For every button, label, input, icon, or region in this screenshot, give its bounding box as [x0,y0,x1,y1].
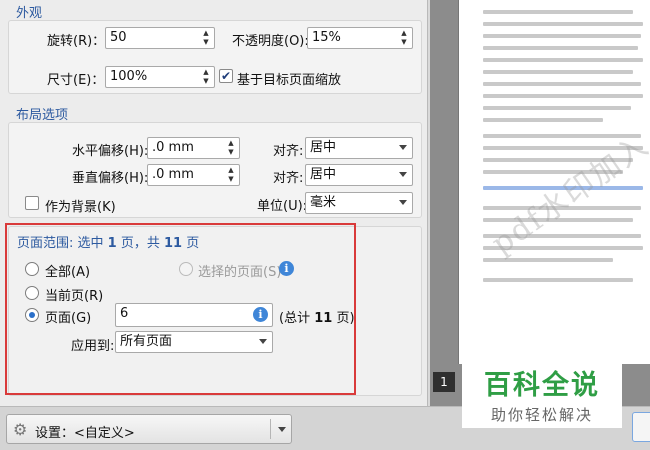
text-line [483,82,641,86]
opacity-value: 15% [312,30,341,45]
action-button[interactable] [632,412,650,442]
text-line [483,118,603,122]
h-offset-label: 水平偏移(H): [72,144,149,159]
stepper-up-icon[interactable]: ▲ [401,30,406,37]
stepper-up-icon[interactable]: ▲ [203,69,208,76]
v-offset-value: .0 mm [152,167,194,182]
stepper-down-icon[interactable]: ▼ [203,39,208,46]
text-line [483,34,641,38]
stepper-down-icon[interactable]: ▼ [228,176,233,183]
rotation-input[interactable]: 50 ▲ ▼ [105,27,215,49]
scale-to-page-label: 基于目标页面缩放 [237,73,342,88]
text-line [483,70,633,74]
chevron-down-icon [399,145,407,150]
watermark-text: pdf水印加入 [485,127,650,262]
brand-subtitle: 助你轻松解决 [490,406,593,424]
text-line [483,106,631,110]
size-stepper[interactable]: ▲ ▼ [200,69,212,85]
v-align-value: 居中 [310,167,337,182]
v-offset-stepper[interactable]: ▲ ▼ [225,167,237,183]
chevron-down-icon [278,427,286,432]
h-offset-input[interactable]: .0 mm ▲ ▼ [147,137,240,159]
text-line [483,94,643,98]
checkmark-icon: ✔ [220,69,232,83]
v-offset-label: 垂直偏移(H): [72,171,149,186]
stepper-up-icon[interactable]: ▲ [228,140,233,147]
opacity-input[interactable]: 15% ▲ ▼ [307,27,413,49]
h-offset-value: .0 mm [152,140,194,155]
v-offset-input[interactable]: .0 mm ▲ ▼ [147,164,240,186]
size-label: 尺寸(E)： [47,73,105,88]
settings-select[interactable]: ⚙ 设置：<自定义> [6,414,292,444]
brand-logo: 百科全说 助你轻松解决 [462,358,622,428]
stepper-down-icon[interactable]: ▼ [228,149,233,156]
divider [270,419,271,439]
rotation-value: 50 [110,30,127,45]
chevron-down-icon [399,200,407,205]
stepper-down-icon[interactable]: ▼ [401,39,406,46]
text-line [483,278,633,282]
page-number-badge: 1 [433,372,455,392]
opacity-label: 不透明度(O): [232,34,309,49]
h-align-label: 对齐: [273,144,304,159]
preview-pane[interactable]: pdf水印加入 1 [430,0,650,406]
appearance-section-title: 外观 [16,6,43,21]
text-line [483,58,643,62]
text-line [483,46,638,50]
rotation-label: 旋转(R)： [47,34,106,49]
h-align-select[interactable]: 居中 [305,137,413,159]
rotation-stepper[interactable]: ▲ ▼ [200,30,212,46]
preview-page: pdf水印加入 [458,0,650,364]
gear-icon: ⚙ [13,420,28,439]
h-offset-stepper[interactable]: ▲ ▼ [225,140,237,156]
unit-select[interactable]: 毫米 [305,192,413,214]
layout-section: 水平偏移(H): .0 mm ▲ ▼ 对齐: 居中 垂直偏移(H): .0 mm… [8,122,422,218]
settings-panel: 外观 旋转(R)： 50 ▲ ▼ 不透明度(O): 15% ▲ ▼ 尺寸(E)：… [0,0,428,406]
brand-title: 百科全说 [484,370,600,401]
stepper-up-icon[interactable]: ▲ [228,167,233,174]
h-align-value: 居中 [310,140,337,155]
opacity-stepper[interactable]: ▲ ▼ [398,30,410,46]
v-align-label: 对齐: [273,171,304,186]
appearance-section: 旋转(R)： 50 ▲ ▼ 不透明度(O): 15% ▲ ▼ 尺寸(E)： 10… [8,20,422,94]
size-input[interactable]: 100% ▲ ▼ [105,66,215,88]
as-background-label: 作为背景(K) [45,200,116,215]
chevron-down-icon [399,172,407,177]
highlight-box [5,223,356,395]
stepper-up-icon[interactable]: ▲ [203,30,208,37]
text-line [483,10,633,14]
as-background-checkbox[interactable] [25,196,39,210]
text-line [483,22,643,26]
settings-value: 设置：<自定义> [35,426,135,441]
scale-to-page-checkbox[interactable]: ✔ [219,69,233,83]
layout-section-title: 布局选项 [16,108,69,123]
v-align-select[interactable]: 居中 [305,164,413,186]
size-value: 100% [110,69,148,84]
unit-label: 单位(U): [257,199,308,214]
stepper-down-icon[interactable]: ▼ [203,78,208,85]
unit-value: 毫米 [310,195,337,210]
